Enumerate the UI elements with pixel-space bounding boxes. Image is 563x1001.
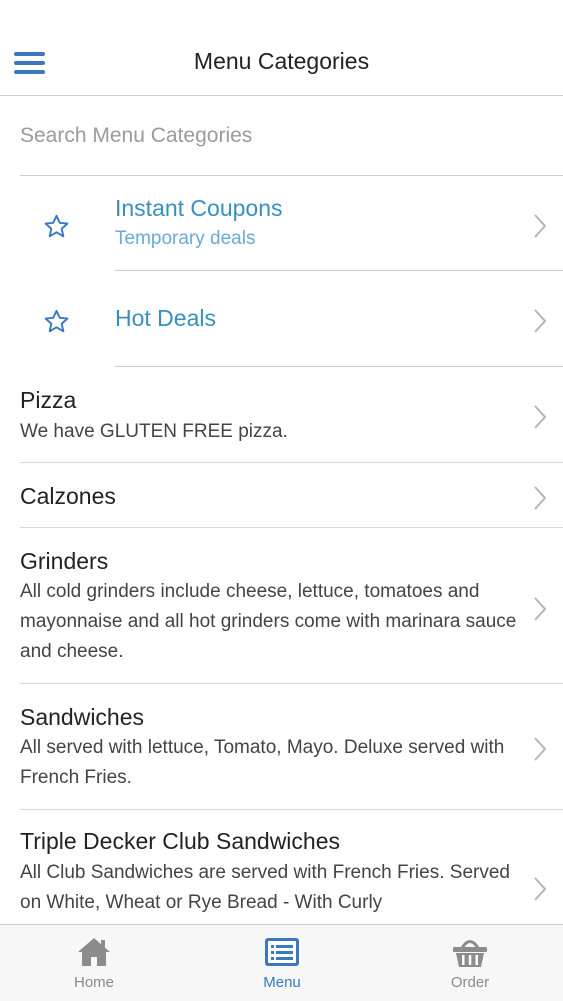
menu-list-icon <box>265 938 299 966</box>
chevron-right-icon <box>534 877 547 901</box>
category-description: All Club Sandwiches are served with Fren… <box>20 862 510 913</box>
home-icon <box>78 938 110 966</box>
category-item-grinders[interactable]: Grinders All cold grinders include chees… <box>0 528 563 684</box>
category-title: Pizza <box>20 387 77 413</box>
featured-item-subtitle: Temporary deals <box>115 228 256 249</box>
chevron-right-icon <box>534 737 547 761</box>
featured-item-title: Hot Deals <box>115 305 216 331</box>
tab-label: Menu <box>263 974 301 991</box>
category-description: We have GLUTEN FREE pizza. <box>20 421 288 442</box>
category-item-pizza[interactable]: Pizza We have GLUTEN FREE pizza. <box>0 367 563 463</box>
category-title: Sandwiches <box>20 704 145 730</box>
tab-order[interactable]: Order <box>376 925 563 1001</box>
category-item-sandwiches[interactable]: Sandwiches All served with lettuce, Toma… <box>0 684 563 810</box>
tab-menu[interactable]: Menu <box>188 925 376 1001</box>
star-outline-icon <box>44 214 69 238</box>
chevron-right-icon <box>534 214 547 238</box>
category-title: Calzones <box>20 483 116 509</box>
tab-home[interactable]: Home <box>0 925 188 1001</box>
category-description: All served with lettuce, Tomato, Mayo. D… <box>20 737 505 788</box>
category-description: All cold grinders include cheese, lettuc… <box>20 581 517 662</box>
star-outline-icon <box>44 309 69 333</box>
featured-item-hot-deals[interactable]: Hot Deals <box>0 271 563 367</box>
bottom-tab-bar: Home Menu Order <box>0 924 563 1001</box>
basket-icon <box>453 940 487 967</box>
tab-label: Home <box>73 974 114 991</box>
tab-label: Order <box>450 974 490 991</box>
app-header: Menu Categories <box>0 0 563 96</box>
featured-item-instant-coupons[interactable]: Instant Coupons Temporary deals <box>0 176 563 271</box>
category-title: Triple Decker Club Sandwiches <box>20 828 341 854</box>
chevron-right-icon <box>534 405 547 429</box>
category-title: Grinders <box>20 548 109 574</box>
chevron-right-icon <box>534 597 547 621</box>
page-title: Menu Categories <box>193 48 370 74</box>
search-input[interactable] <box>20 121 540 151</box>
category-item-calzones[interactable]: Calzones <box>0 463 563 528</box>
chevron-right-icon <box>534 309 547 333</box>
featured-item-title: Instant Coupons <box>115 195 283 221</box>
category-item-triple-decker-club-sandwiches[interactable]: Triple Decker Club Sandwiches All Club S… <box>0 810 563 924</box>
chevron-right-icon <box>534 486 547 510</box>
